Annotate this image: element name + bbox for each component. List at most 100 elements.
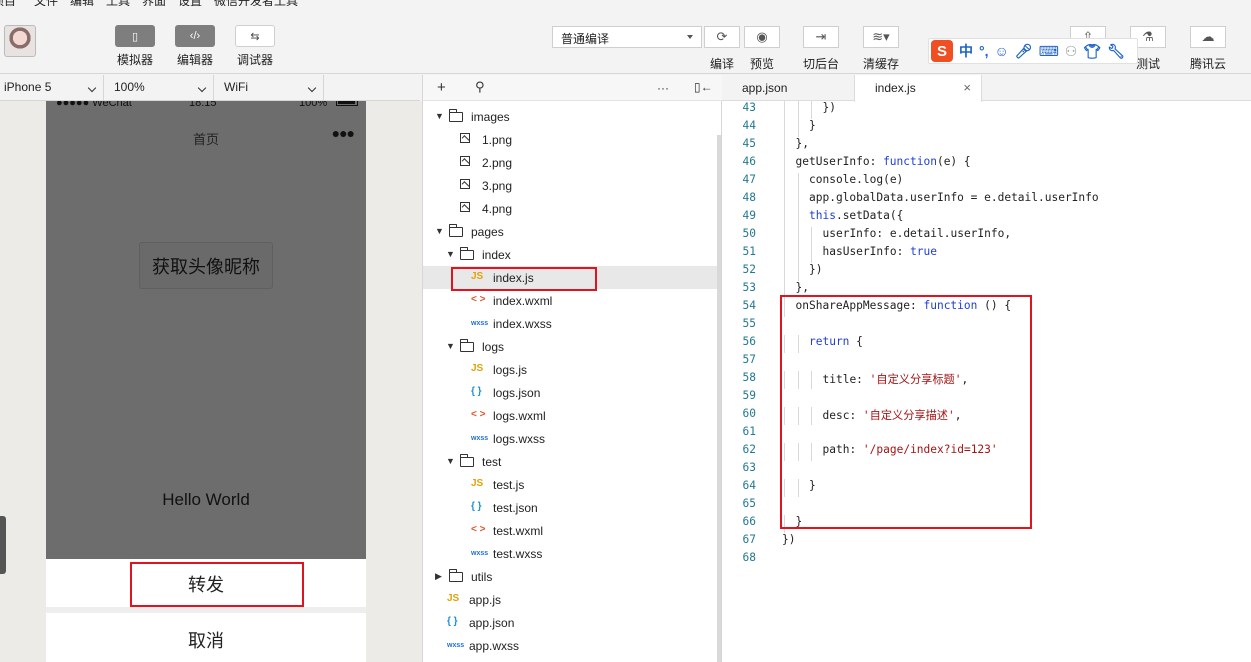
more-menu-icon[interactable]: ●●● (332, 125, 355, 141)
chevron-down-icon[interactable]: ▼ (435, 226, 444, 236)
debugger-toggle-button[interactable]: ⇆ 调试器 (235, 25, 275, 68)
tree-file-item[interactable]: < > logs.wxml (423, 404, 719, 427)
indent-guide (797, 227, 799, 245)
tree-file-item[interactable]: wxss index.wxss (423, 312, 719, 335)
tree-file-item[interactable]: wxss test.wxss (423, 542, 719, 565)
cancel-action-sheet-item[interactable]: 取消 (46, 613, 366, 662)
tab-index-js[interactable]: index.js × (854, 75, 982, 102)
image-file-icon (460, 133, 470, 147)
device-value: iPhone 5 (4, 80, 52, 94)
chevron-down-icon[interactable]: ▼ (446, 341, 455, 351)
js-file-icon: JS (471, 478, 484, 489)
code-line: console.log(e) (809, 173, 903, 186)
clear-cache-button[interactable]: ≋▾ 清缓存 (863, 26, 899, 72)
tree-file-item[interactable]: { } logs.json (423, 381, 719, 404)
collapse-panel-icon[interactable]: ▯← (694, 80, 713, 94)
tree-file-item[interactable]: JS test.js (423, 473, 719, 496)
tree-file-item[interactable]: wxss app.wxss (423, 634, 719, 657)
code-editor: app.json index.js × 43}) 44} 45}, 46 getUser… (722, 75, 1251, 662)
tree-folder-item[interactable]: ▼ pages (423, 220, 719, 243)
editor-toggle-button[interactable]: ‹/› 编辑器 (175, 25, 215, 68)
code-keyword: function (883, 155, 937, 168)
close-icon[interactable]: × (963, 80, 971, 95)
indent-guide (784, 101, 785, 119)
tree-item-label: 3.png (482, 179, 513, 193)
wrench-icon[interactable]: 🔧︎ (1107, 43, 1125, 60)
tree-file-item[interactable]: 4.png (423, 197, 719, 220)
tree-file-item[interactable]: 2.png (423, 151, 719, 174)
microphone-icon[interactable]: 🎤︎ (1015, 43, 1033, 60)
phone-status-bar: ●●●●● WeChat 18:15 100% (46, 101, 366, 111)
tree-item-label: index.wxml (493, 294, 553, 308)
battery-icon (336, 101, 358, 106)
indent-guide (797, 263, 799, 281)
tree-file-item[interactable]: wxss logs.wxss (423, 427, 719, 450)
tree-file-item[interactable]: < > index.wxml (423, 289, 719, 312)
tree-folder-item[interactable]: ▶ utils (423, 565, 719, 588)
tencent-cloud-button[interactable]: ☁ 腾讯云 (1190, 26, 1226, 72)
keyboard-icon[interactable]: ⌨ (1039, 43, 1059, 60)
wxss-file-icon: wxss (471, 320, 489, 327)
tree-folder-item[interactable]: ▼ images (423, 105, 719, 128)
code-text: }) (822, 101, 836, 114)
tree-folder-item[interactable]: ▼ index (423, 243, 719, 266)
chevron-right-icon[interactable]: ▶ (435, 571, 442, 582)
user-icon[interactable]: ⚇ (1065, 43, 1078, 60)
add-file-icon[interactable]: + (437, 79, 446, 96)
tree-item-label: 2.png (482, 156, 513, 170)
get-user-info-button[interactable]: 获取头像昵称 (139, 242, 273, 289)
chevron-down-icon (87, 83, 97, 93)
line-number: 57 (742, 353, 756, 366)
panel-resize-handle[interactable] (0, 516, 6, 574)
smiley-icon[interactable]: ☺ (995, 43, 1009, 59)
tree-file-item[interactable]: < > test.wxml (423, 519, 719, 542)
code-line: this.setData({ (809, 209, 903, 222)
folder-icon (449, 569, 463, 586)
code-text: getUserInfo: (795, 155, 884, 168)
chevron-down-icon[interactable]: ▼ (435, 111, 444, 121)
page-title: 首页 (192, 132, 219, 147)
ime-chinese-mode[interactable]: 中 (959, 41, 973, 61)
tree-folder-item[interactable]: ▼ logs (423, 335, 719, 358)
compile-mode-select[interactable]: 普通编译 (552, 26, 702, 48)
tab-label: app.json (742, 81, 788, 95)
line-number: 58 (742, 371, 756, 384)
chevron-down-icon[interactable]: ▼ (446, 456, 455, 466)
tree-file-item[interactable]: 1.png (423, 128, 719, 151)
line-number: 44 (742, 119, 756, 132)
line-number: 43 (742, 101, 756, 114)
device-select[interactable]: iPhone 5 (0, 75, 104, 101)
indent-guide (784, 173, 785, 191)
cancel-option-label: 取消 (188, 631, 224, 651)
indent-guide (784, 227, 785, 245)
code-line: }, (796, 137, 809, 150)
indent-guide (811, 245, 812, 263)
tree-item-label: utils (471, 570, 493, 584)
ime-toolbar[interactable]: S 中 °, ☺ 🎤︎ ⌨ ⚇ 👕︎ 🔧︎ (928, 38, 1138, 64)
more-icon[interactable]: ··· (657, 81, 669, 95)
network-select[interactable]: WiFi (220, 75, 324, 101)
folder-icon (460, 454, 474, 471)
tree-file-item[interactable]: JS app.js (423, 588, 719, 611)
preview-button[interactable]: ◉ 预览 (744, 26, 780, 72)
shirt-icon[interactable]: 👕︎ (1083, 43, 1101, 60)
user-avatar[interactable] (4, 25, 36, 57)
tree-file-item[interactable]: JS logs.js (423, 358, 719, 381)
background-button[interactable]: ⇥ 切后台 (803, 26, 839, 72)
tree-folder-item[interactable]: ▼ test (423, 450, 719, 473)
tree-file-item[interactable]: { } app.json (423, 611, 719, 634)
tree-file-item[interactable]: 3.png (423, 174, 719, 197)
explorer-scrollbar[interactable] (717, 135, 721, 662)
code-line: app.globalData.userInfo = e.detail.userI… (809, 191, 1099, 204)
tree-item-label: test.json (493, 501, 538, 515)
indent-guide (811, 101, 812, 119)
zoom-select[interactable]: 100% (110, 75, 214, 101)
chevron-down-icon[interactable]: ▼ (446, 249, 455, 259)
code-line: }) (809, 263, 822, 276)
simulator-toggle-button[interactable]: ▯ 模拟器 (115, 25, 155, 68)
ime-punctuation[interactable]: °, (979, 43, 989, 59)
search-icon[interactable]: ⚲ (475, 79, 485, 95)
compile-button[interactable]: ⟳ 编译 (704, 26, 740, 72)
tree-file-item[interactable]: { } test.json (423, 496, 719, 519)
tab-app-json[interactable]: app.json (722, 75, 854, 101)
